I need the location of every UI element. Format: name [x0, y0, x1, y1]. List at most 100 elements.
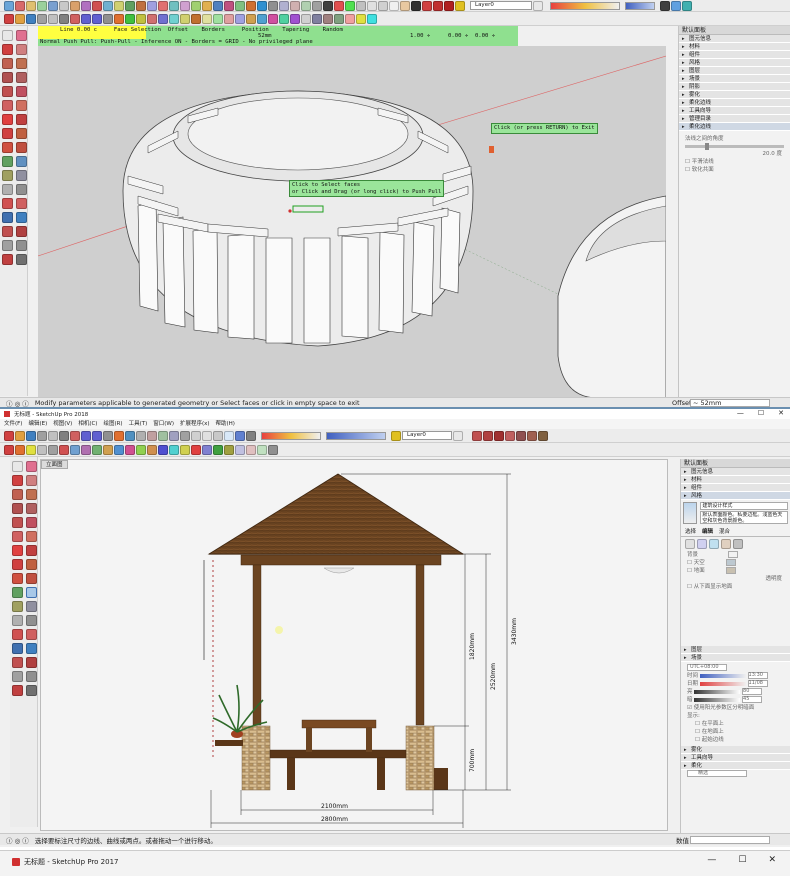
left-view-icon[interactable]	[312, 0, 322, 11]
show-ground-below[interactable]: ☐ 从下面显示地面	[681, 583, 790, 591]
trim-icon[interactable]	[356, 13, 366, 24]
dimension-icon[interactable]	[169, 0, 179, 11]
plugin-green-icon[interactable]	[345, 0, 355, 11]
b-dimension-icon[interactable]	[26, 587, 37, 598]
text-tool-icon[interactable]	[16, 170, 27, 181]
b2-g-icon[interactable]	[70, 444, 80, 455]
back-view-icon[interactable]	[301, 0, 311, 11]
b-rotate-icon[interactable]	[12, 559, 23, 570]
style-description[interactable]: 默认表面颜色。私要边框。浅蓝色天空和灰色背景颜色。	[700, 511, 788, 524]
b-hidden-icon[interactable]	[213, 430, 223, 441]
b-zoom-icon[interactable]	[12, 643, 23, 654]
minimize-button-small[interactable]: —	[737, 409, 744, 417]
bezier-icon[interactable]	[158, 13, 168, 24]
save-file-icon[interactable]	[26, 13, 36, 24]
ground-row[interactable]: ☐ 地面	[681, 567, 790, 575]
scene-tab-elevation[interactable]: 立面图	[41, 460, 68, 469]
cut-icon[interactable]	[37, 13, 47, 24]
light-input[interactable]: 80	[742, 688, 763, 695]
zoom-window-icon[interactable]	[16, 212, 27, 223]
b-3dtext-icon[interactable]	[26, 615, 37, 626]
modeling-settings-icon[interactable]	[733, 539, 743, 549]
b-iso-icon[interactable]	[125, 430, 135, 441]
b-3arc-icon[interactable]	[12, 531, 23, 542]
circle-tool-icon[interactable]	[2, 72, 13, 83]
fredo-tools-icon[interactable]	[224, 13, 234, 24]
b2-l-icon[interactable]	[125, 444, 135, 455]
b2-v-icon[interactable]	[235, 444, 245, 455]
maximize-button[interactable]: ☐	[738, 855, 746, 865]
protractor-tool-icon[interactable]	[2, 170, 13, 181]
zoom-extents-tool-icon[interactable]	[2, 226, 13, 237]
menu-draw[interactable]: 绘图(R)	[103, 419, 122, 429]
soften-slider[interactable]	[685, 143, 784, 150]
round-corner-icon[interactable]	[213, 13, 223, 24]
b-layer-dropdown[interactable]: Layer0	[402, 431, 452, 440]
plugin-random-value[interactable]: 0.00 ÷ 0.00 ÷	[448, 33, 495, 40]
b2-h-icon[interactable]	[81, 444, 91, 455]
tray-item-fog[interactable]: 雾化	[679, 91, 790, 99]
globe-icon[interactable]	[682, 0, 692, 11]
redo-icon[interactable]	[92, 13, 102, 24]
b-ext-icon[interactable]	[483, 430, 493, 441]
menu-view[interactable]: 视图(V)	[53, 419, 72, 429]
b-pencil-icon[interactable]	[12, 475, 23, 486]
previous-view-icon[interactable]	[16, 226, 27, 237]
tape-icon[interactable]	[158, 0, 168, 11]
b-tray-soften[interactable]: 柔化	[681, 762, 790, 770]
b-layer-add-icon[interactable]	[453, 430, 463, 441]
select-arrow-icon[interactable]	[2, 30, 13, 41]
rectangle-tool-icon[interactable]	[2, 58, 13, 69]
axes-tool-icon[interactable]	[2, 184, 13, 195]
solid-tools-icon[interactable]	[312, 13, 322, 24]
menu-window[interactable]: 窗口(W)	[153, 419, 174, 429]
b-prevview-icon[interactable]	[26, 657, 37, 668]
polygon-tool-icon[interactable]	[16, 72, 27, 83]
monochrome-icon[interactable]	[411, 0, 421, 11]
extension-icon[interactable]	[433, 0, 443, 11]
eraser-icon[interactable]	[15, 0, 25, 11]
b-cut-icon[interactable]	[37, 430, 47, 441]
b-top-icon[interactable]	[136, 430, 146, 441]
dim-h-3430[interactable]: 3430mm	[511, 618, 518, 645]
b2-f-icon[interactable]	[59, 444, 69, 455]
top-view-icon[interactable]	[268, 0, 278, 11]
b2-r-icon[interactable]	[191, 444, 201, 455]
follow-me-icon[interactable]	[125, 0, 135, 11]
iso-view-icon[interactable]	[257, 0, 267, 11]
plugin-options-bar[interactable]: Line 0.00 c Face Selection Offset Border…	[38, 26, 518, 46]
weld-icon[interactable]	[246, 13, 256, 24]
shaded-icon[interactable]	[389, 0, 399, 11]
share-model-icon[interactable]	[444, 0, 454, 11]
face-settings-icon[interactable]	[697, 539, 707, 549]
ring-model[interactable]	[122, 90, 474, 347]
shape-bender-icon[interactable]	[268, 13, 278, 24]
b-new-icon[interactable]	[4, 430, 14, 441]
b-shadow-date-slider[interactable]	[326, 431, 386, 440]
layers-icon[interactable]	[455, 0, 465, 11]
b-tray-scenes[interactable]: 场景	[681, 654, 790, 662]
b-polygon-icon[interactable]	[26, 503, 37, 514]
shadow-time-slider[interactable]	[550, 1, 620, 10]
dimension-tool-icon[interactable]	[16, 156, 27, 167]
b2-b-icon[interactable]	[15, 444, 25, 455]
look-around-icon[interactable]	[16, 240, 27, 251]
b-camera-icon[interactable]	[12, 685, 23, 696]
b-eraser-tool-icon[interactable]	[26, 461, 37, 472]
b-pie-icon[interactable]	[26, 517, 37, 528]
move-tool-icon[interactable]	[2, 114, 13, 125]
zoom-tool-icon[interactable]	[2, 212, 13, 223]
sky-color-swatch[interactable]	[726, 559, 737, 566]
scale-tool-icon[interactable]	[2, 142, 13, 153]
b2-o-icon[interactable]	[158, 444, 168, 455]
line-icon[interactable]	[37, 0, 47, 11]
scale-icon[interactable]	[136, 0, 146, 11]
style-thumbnail[interactable]	[683, 502, 698, 524]
offset-icon[interactable]	[147, 0, 157, 11]
dim-h-700[interactable]: 700mm	[469, 749, 476, 772]
3d-text-icon[interactable]	[16, 184, 27, 195]
tray-item-entity-info[interactable]: 图元信息	[679, 35, 790, 43]
b-protractor-icon[interactable]	[12, 601, 23, 612]
orbit-icon[interactable]	[213, 0, 223, 11]
b-info-icon[interactable]	[114, 430, 124, 441]
